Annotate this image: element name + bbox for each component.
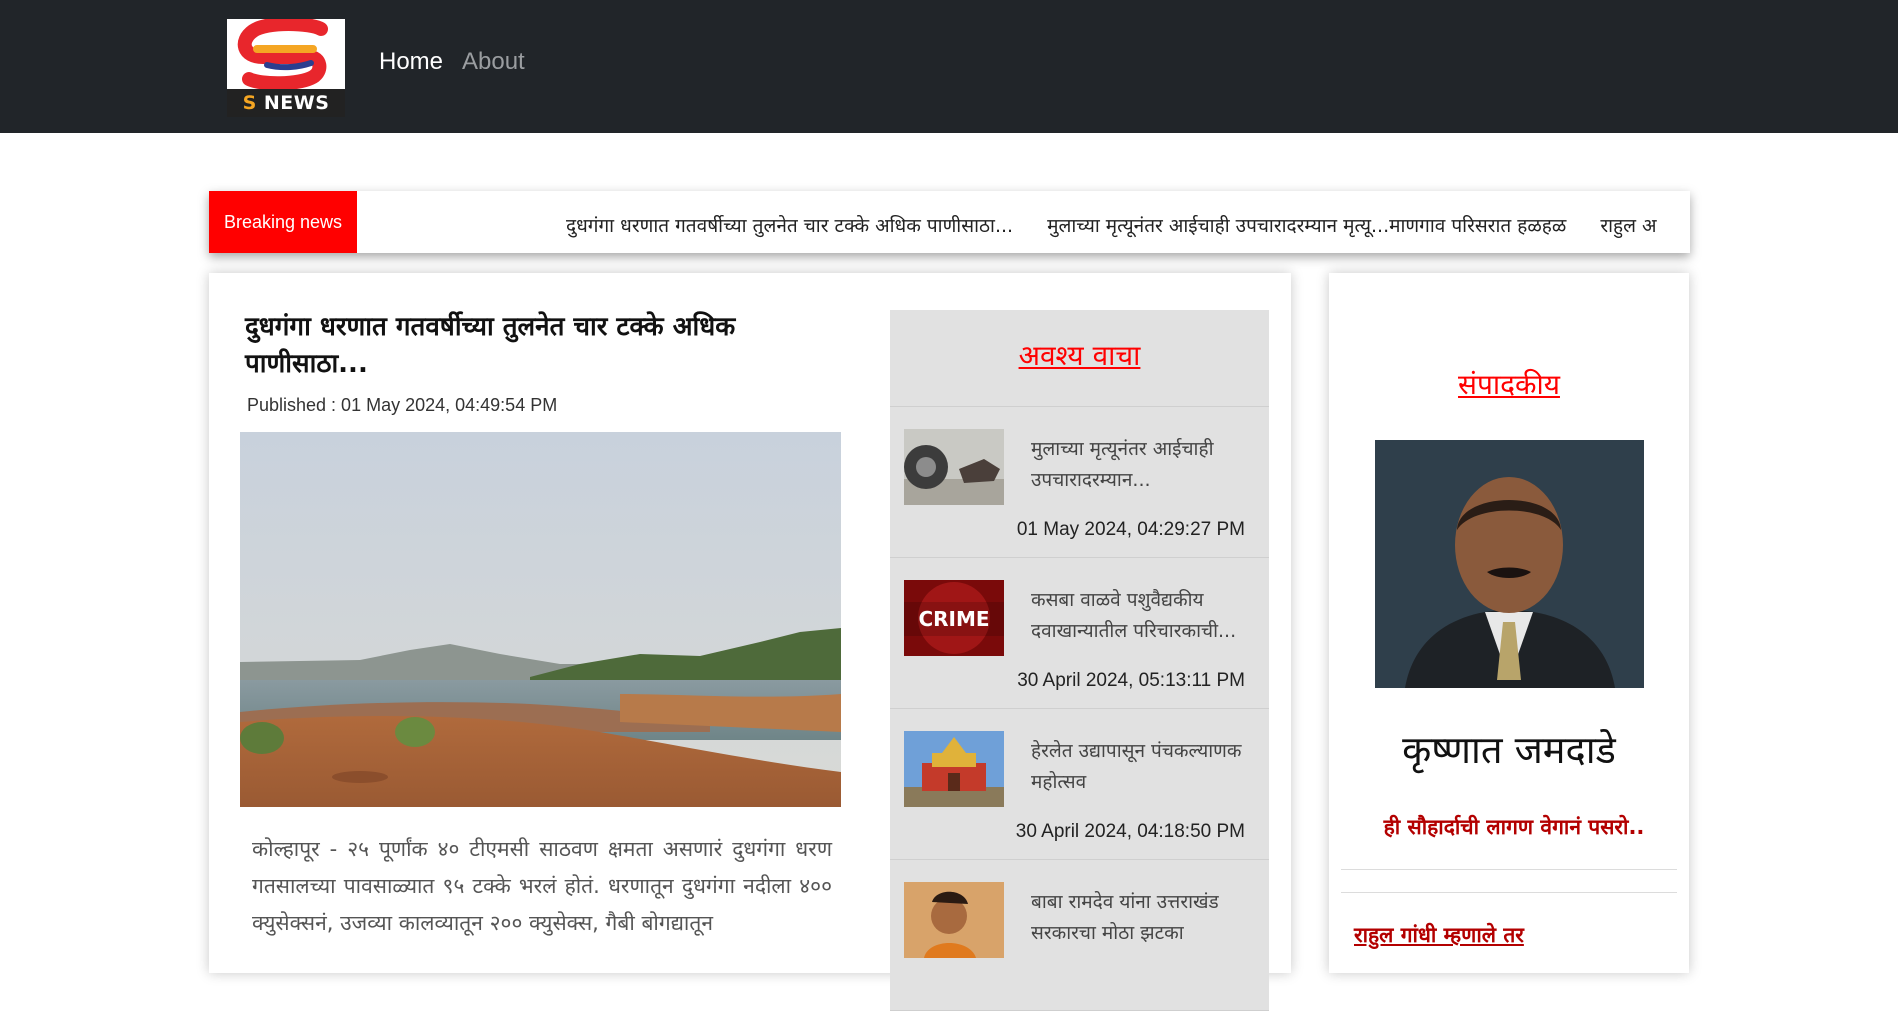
ticker-item[interactable]: राहुल अ <box>1600 215 1656 237</box>
crime-thumb-label: CRIME <box>918 607 989 631</box>
divider <box>1341 892 1677 893</box>
must-read-item-date: 30 April 2024, 05:13:11 PM <box>1017 670 1245 691</box>
main-article-card: दुधगंगा धरणात गतवर्षीच्या तुलनेत चार टक्… <box>209 273 1291 1011</box>
must-read-item-date: 01 May 2024, 04:29:27 PM <box>1016 519 1245 540</box>
s-news-logo[interactable]: S NEWS <box>227 19 345 117</box>
ticker-item[interactable]: दुधगंगा धरणात गतवर्षीच्या तुलनेत चार टक्… <box>566 215 1013 237</box>
ticker-track: दुधगंगा धरणात गतवर्षीच्या तुलनेत चार टक्… <box>566 191 1685 253</box>
editorial-article-link[interactable]: राहुल गांधी म्हणाले तर <box>1354 921 1674 949</box>
logo-letter-s: S <box>242 92 257 114</box>
logo-wordmark: S NEWS <box>227 89 345 117</box>
thumbnail-temple-image[interactable] <box>904 731 1004 807</box>
editorial-heading[interactable]: संपादकीय <box>1329 365 1689 403</box>
editorial-article-link[interactable]: ही सौहार्दाची लागण वेगानं पसरो.. <box>1354 813 1674 841</box>
article-image-dam-landscape <box>240 432 841 807</box>
thumbnail-crime-image[interactable]: CRIME <box>904 580 1004 656</box>
editorial-card: संपादकीय कृष्णात जमदाडे ही सौहार्दाची ला… <box>1329 273 1689 973</box>
logo-word-news: NEWS <box>263 92 330 114</box>
nav-home-link[interactable]: Home <box>379 48 443 76</box>
breaking-news-label: Breaking news <box>209 191 357 253</box>
must-read-item[interactable]: बाबा रामदेव यांना उत्तराखंड सरकारचा मोठा… <box>890 860 1269 1011</box>
article-title: दुधगंगा धरणात गतवर्षीच्या तुलनेत चार टक्… <box>245 312 736 379</box>
must-read-heading[interactable]: अवश्य वाचा <box>890 310 1269 407</box>
must-read-panel: अवश्य वाचा मुलाच्या मृत्यूनंतर आईचाही उप… <box>890 310 1269 1011</box>
divider <box>1341 869 1677 870</box>
top-navbar: S NEWS Home About <box>0 0 1898 133</box>
article-body: कोल्हापूर - २५ पूर्णांक ४० टीएमसी साठवण … <box>252 837 832 935</box>
breaking-news-ticker: Breaking news दुधगंगा धरणात गतवर्षीच्या … <box>209 191 1690 253</box>
thumbnail-person-image[interactable] <box>904 882 1004 958</box>
editor-name: कृष्णात जमदाडे <box>1402 728 1616 772</box>
must-read-item-date: 30 April 2024, 04:18:50 PM <box>1015 821 1245 842</box>
must-read-item[interactable]: CRIME कसबा वाळवे पशुवैद्यकीय दवाखान्याती… <box>890 558 1269 709</box>
must-read-item-title[interactable]: मुलाच्या मृत्यूनंतर आईचाही उपचारादरम्यान… <box>1031 434 1259 496</box>
ticker-item[interactable]: मुलाच्या मृत्यूनंतर आईचाही उपचारादरम्यान… <box>1047 215 1566 237</box>
article-published-date: Published : 01 May 2024, 04:49:54 PM <box>247 395 558 415</box>
must-read-item-title[interactable]: कसबा वाळवे पशुवैद्यकीय दवाखान्यातील परिच… <box>1031 585 1259 647</box>
nav-about-link[interactable]: About <box>462 48 525 76</box>
s-logo-icon <box>227 19 345 91</box>
must-read-item-title[interactable]: बाबा रामदेव यांना उत्तराखंड सरकारचा मोठा… <box>1031 887 1259 949</box>
thumbnail-accident-image[interactable] <box>904 429 1004 505</box>
editor-portrait <box>1375 440 1644 688</box>
must-read-item[interactable]: हेरलेत उद्यापासून पंचकल्याणक महोत्सव 30 … <box>890 709 1269 860</box>
must-read-item-title[interactable]: हेरलेत उद्यापासून पंचकल्याणक महोत्सव <box>1031 736 1259 798</box>
must-read-item[interactable]: मुलाच्या मृत्यूनंतर आईचाही उपचारादरम्यान… <box>890 407 1269 558</box>
